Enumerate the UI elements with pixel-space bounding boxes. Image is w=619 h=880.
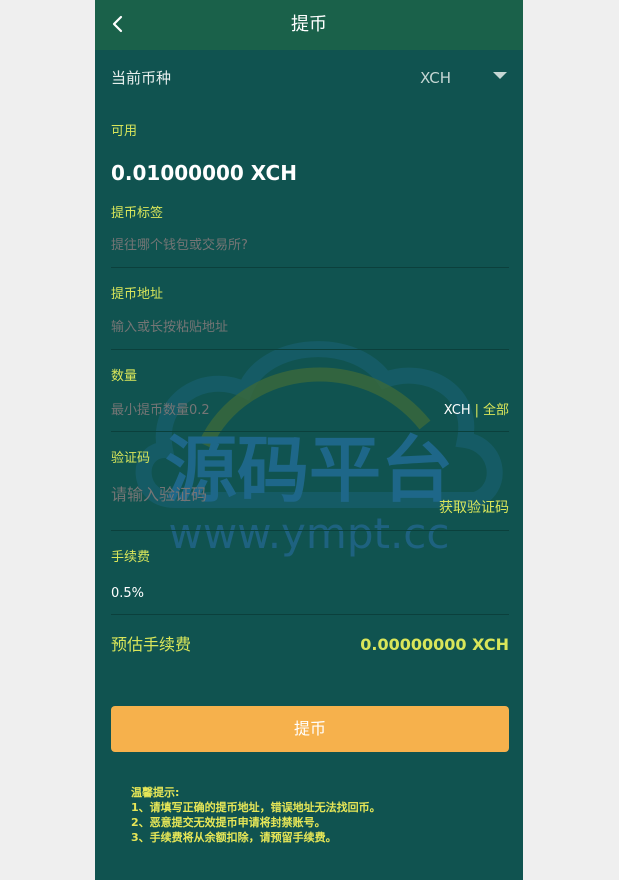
fee-label: 手续费	[111, 550, 151, 565]
tips-item: 3、手续费将从余额扣除，请预留手续费。	[131, 831, 337, 844]
tips-item: 2、恶意提交无效提币申请将封禁账号。	[131, 816, 326, 829]
fee-value: 0.5%	[111, 586, 145, 601]
estimated-fee-value: 0.00000000 XCH	[360, 635, 509, 654]
withdraw-address-input[interactable]	[111, 318, 491, 338]
quantity-unit: XCH | 全部	[444, 401, 509, 421]
top-bar: 提币	[95, 0, 523, 50]
app-screen: 源码平台 www.ympt.cc 提币 当前币种 XCH 可用 0.010000…	[95, 0, 523, 880]
divider	[111, 431, 509, 432]
withdraw-all-button[interactable]: 全部	[483, 403, 509, 418]
divider	[111, 530, 509, 531]
withdraw-address-label: 提币地址	[111, 287, 164, 302]
quantity-unit-label: XCH	[443, 403, 471, 418]
verify-code-label: 验证码	[111, 451, 151, 466]
withdraw-submit-button[interactable]: 提币	[111, 706, 509, 752]
tips-box: 温馨提示: 1、请填写正确的提币地址，错误地址无法找回币。 2、恶意提交无效提币…	[131, 785, 501, 845]
withdraw-tag-label: 提币标签	[111, 206, 164, 221]
divider	[111, 614, 509, 615]
currency-select[interactable]: XCH	[420, 68, 451, 88]
tips-item: 1、请填写正确的提币地址，错误地址无法找回币。	[131, 801, 381, 814]
available-label: 可用	[111, 124, 138, 139]
quantity-separator: |	[474, 403, 479, 418]
watermark-logo: 源码平台 www.ympt.cc	[135, 341, 503, 558]
withdraw-tag-input[interactable]	[111, 236, 491, 256]
page-title: 提币	[291, 14, 327, 35]
available-amount: 0.01000000 XCH	[111, 161, 297, 185]
verify-code-input[interactable]	[111, 484, 371, 506]
chevron-down-icon[interactable]	[493, 72, 507, 79]
quantity-input[interactable]	[111, 401, 391, 421]
divider	[111, 267, 509, 268]
get-code-button[interactable]: 获取验证码	[439, 498, 509, 518]
tips-title: 温馨提示:	[131, 786, 180, 799]
divider	[111, 349, 509, 350]
quantity-label: 数量	[111, 369, 138, 384]
